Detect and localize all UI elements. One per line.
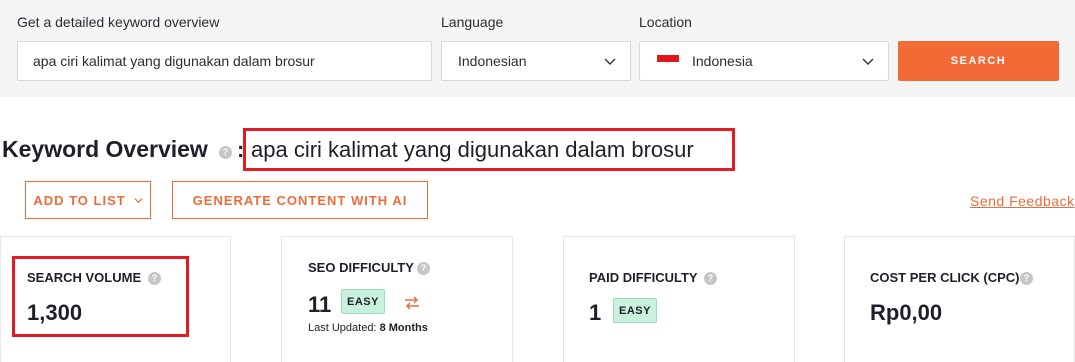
paid-difficulty-label: PAID DIFFICULTY — [589, 270, 698, 285]
easy-badge: EASY — [613, 298, 657, 323]
last-updated-value: 8 Months — [379, 322, 428, 334]
last-updated-prefix: Last Updated: — [308, 322, 377, 334]
chevron-down-icon — [134, 197, 143, 203]
easy-badge: EASY — [341, 289, 385, 314]
chevron-down-icon — [604, 58, 616, 65]
search-button[interactable]: SEARCH — [898, 41, 1059, 81]
cpc-card: COST PER CLICK (CPC) ? Rp0,00 — [844, 236, 1075, 362]
refresh-swap-icon[interactable] — [403, 294, 421, 312]
seo-difficulty-label: SEO DIFFICULTY — [308, 260, 414, 275]
search-panel: Get a detailed keyword overview Language… — [0, 0, 1075, 97]
language-label: Language — [441, 14, 504, 30]
chevron-down-icon — [862, 58, 874, 65]
location-value: Indonesia — [692, 53, 753, 69]
indonesia-flag-icon — [657, 55, 679, 69]
cpc-value: Rp0,00 — [870, 300, 943, 325]
last-updated: Last Updated: 8 Months — [308, 322, 428, 334]
language-value: Indonesian — [458, 53, 527, 69]
cpc-label: COST PER CLICK (CPC) — [870, 270, 1020, 285]
keyword-highlight: apa ciri kalimat yang digunakan dalam br… — [243, 128, 735, 171]
keyword-input[interactable] — [17, 41, 432, 81]
help-icon[interactable]: ? — [704, 272, 717, 285]
overview-keyword: apa ciri kalimat yang digunakan dalam br… — [251, 136, 694, 162]
seo-difficulty-card: SEO DIFFICULTY ? 11 EASY Last Updated: 8… — [281, 236, 513, 362]
location-select[interactable]: Indonesia — [639, 41, 889, 81]
search-volume-highlight — [12, 256, 189, 337]
help-icon[interactable]: ? — [219, 146, 232, 159]
add-to-list-button[interactable]: ADD TO LIST — [25, 181, 151, 219]
seo-difficulty-value: 11 — [308, 292, 332, 317]
help-icon[interactable]: ? — [417, 262, 430, 275]
send-feedback-link[interactable]: Send Feedback — [970, 193, 1075, 209]
location-label: Location — [639, 14, 692, 30]
page-title: Keyword Overview — [2, 136, 208, 162]
language-select[interactable]: Indonesian — [441, 41, 631, 81]
add-to-list-label: ADD TO LIST — [33, 192, 126, 208]
generate-content-ai-button[interactable]: GENERATE CONTENT WITH AI — [172, 181, 428, 219]
paid-difficulty-value: 1 — [589, 300, 602, 325]
help-icon[interactable]: ? — [1020, 272, 1033, 285]
keyword-label: Get a detailed keyword overview — [17, 14, 220, 30]
paid-difficulty-card: PAID DIFFICULTY ? 1 EASY — [563, 236, 795, 362]
